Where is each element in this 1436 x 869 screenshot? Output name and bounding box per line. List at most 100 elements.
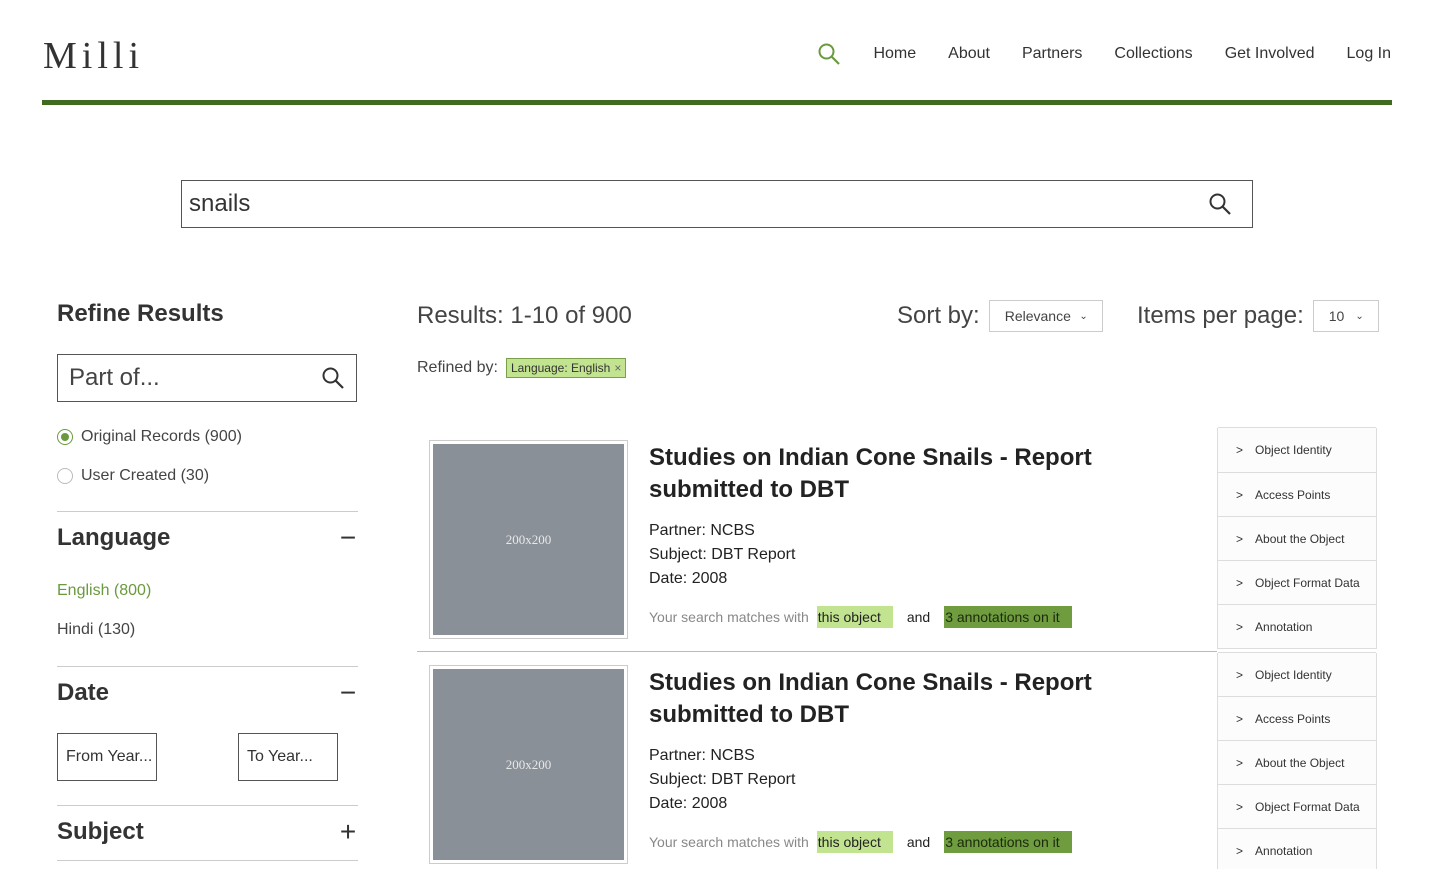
- search-icon[interactable]: [1208, 192, 1232, 216]
- facet-annotation[interactable]: > Annotation: [1218, 604, 1376, 649]
- chevron-right-icon: >: [1236, 575, 1244, 590]
- divider: [57, 666, 358, 667]
- facet-object-identity[interactable]: > Object Identity: [1218, 652, 1376, 697]
- site-logo[interactable]: Milli: [43, 34, 144, 78]
- result-thumbnail[interactable]: 200x200: [429, 440, 628, 639]
- filter-chip[interactable]: Language: English ×: [505, 358, 627, 378]
- sort-select[interactable]: Relevance ⌄: [988, 300, 1103, 332]
- result-title[interactable]: Studies on Indian Cone Snails - Report s…: [649, 667, 1109, 731]
- facet-object-format-data[interactable]: > Object Format Data: [1218, 560, 1376, 605]
- match-prefix: Your search matches with: [649, 834, 809, 850]
- nav-log-in[interactable]: Log In: [1347, 45, 1391, 63]
- result-item: 200x200 Studies on Indian Cone Snails - …: [417, 653, 1217, 869]
- nav-home[interactable]: Home: [873, 45, 916, 63]
- thumbnail-placeholder: 200x200: [433, 669, 624, 860]
- match-object-link[interactable]: this object: [816, 606, 893, 628]
- chevron-right-icon: >: [1236, 443, 1244, 457]
- chevron-right-icon: >: [1236, 619, 1244, 634]
- chevron-down-icon: ⌄: [1079, 310, 1088, 322]
- facet-language-english[interactable]: English (800): [57, 582, 358, 600]
- result-subject: Subject: DBT Report: [649, 546, 796, 563]
- chevron-right-icon: >: [1236, 487, 1244, 502]
- nav-collections[interactable]: Collections: [1114, 45, 1192, 63]
- match-info: Your search matches with this object and…: [649, 831, 1072, 853]
- collapse-icon[interactable]: −: [338, 677, 358, 709]
- facet-object-identity[interactable]: > Object Identity: [1218, 427, 1376, 473]
- facet-about-object[interactable]: > About the Object: [1218, 740, 1376, 785]
- chevron-right-icon: >: [1236, 799, 1244, 814]
- facet-label: Access Points: [1255, 487, 1331, 502]
- facet-date-header[interactable]: Date −: [57, 677, 358, 709]
- result-thumbnail[interactable]: 200x200: [429, 665, 628, 864]
- refine-title: Refine Results: [57, 300, 224, 327]
- facet-annotation[interactable]: > Annotation: [1218, 828, 1376, 869]
- thumbnail-placeholder: 200x200: [433, 444, 624, 635]
- divider: [57, 511, 358, 512]
- radio-original-records[interactable]: Original Records (900): [57, 428, 358, 446]
- facet-subject-title: Subject: [57, 818, 144, 845]
- per-page-select[interactable]: 10 ⌄: [1312, 300, 1379, 332]
- nav-about[interactable]: About: [948, 45, 990, 63]
- nav-get-involved[interactable]: Get Involved: [1225, 45, 1315, 63]
- nav-partners[interactable]: Partners: [1022, 45, 1082, 63]
- search-icon[interactable]: [817, 42, 841, 66]
- chevron-right-icon: >: [1236, 843, 1244, 858]
- match-annotations-link[interactable]: 3 annotations on it: [944, 606, 1072, 628]
- result-item: 200x200 Studies on Indian Cone Snails - …: [417, 428, 1217, 653]
- sort-label: Sort by:: [897, 302, 980, 329]
- facet-language-title: Language: [57, 524, 171, 551]
- per-page-value: 10: [1328, 308, 1345, 324]
- chevron-right-icon: >: [1236, 711, 1244, 726]
- result-title[interactable]: Studies on Indian Cone Snails - Report s…: [649, 442, 1109, 506]
- match-and: and: [906, 609, 931, 625]
- chevron-right-icon: >: [1236, 667, 1244, 682]
- part-of-input[interactable]: [58, 364, 308, 392]
- object-facet-panel: > Object Identity > Access Points > About t…: [1217, 427, 1377, 649]
- main-search-bar: [181, 180, 1253, 228]
- result-date: Date: 2008: [649, 570, 728, 587]
- refined-by: Refined by: Language: English ×: [417, 358, 627, 378]
- facet-language-hindi[interactable]: Hindi (130): [57, 621, 358, 639]
- from-year-input[interactable]: [58, 748, 154, 766]
- radio-label: User Created (30): [81, 467, 210, 484]
- facet-label: About the Object: [1255, 531, 1345, 546]
- facet-language-header[interactable]: Language −: [57, 522, 358, 554]
- radio-user-created[interactable]: User Created (30): [57, 467, 358, 485]
- results-summary: Results: 1-10 of 900: [417, 302, 632, 329]
- match-and: and: [906, 834, 931, 850]
- filter-chip-label: Language: English: [510, 361, 611, 375]
- from-year-field: [57, 733, 157, 781]
- expand-icon[interactable]: +: [338, 816, 358, 848]
- main-search-input[interactable]: [182, 190, 1182, 218]
- to-year-input[interactable]: [239, 748, 335, 766]
- radio-button[interactable]: [57, 468, 73, 484]
- facet-about-object[interactable]: > About the Object: [1218, 516, 1376, 561]
- facet-label: Annotation: [1255, 843, 1313, 858]
- match-annotations-link[interactable]: 3 annotations on it: [944, 831, 1072, 853]
- result-partner: Partner: NCBS: [649, 747, 755, 764]
- date-range: [57, 733, 338, 781]
- collapse-icon[interactable]: −: [338, 522, 358, 554]
- search-icon[interactable]: [321, 366, 345, 390]
- result-divider: [417, 651, 1217, 652]
- refined-label: Refined by:: [417, 359, 498, 376]
- chevron-right-icon: >: [1236, 755, 1244, 770]
- facet-label: Annotation: [1255, 619, 1313, 634]
- facet-subject-header[interactable]: Subject +: [57, 816, 358, 848]
- result-meta: Partner: NCBS Subject: DBT Report Date: …: [649, 519, 795, 591]
- close-icon[interactable]: ×: [614, 361, 621, 375]
- facet-access-points[interactable]: > Access Points: [1218, 696, 1376, 741]
- per-page-label: Items per page:: [1137, 302, 1304, 329]
- sort-value: Relevance: [1004, 308, 1071, 324]
- result-meta: Partner: NCBS Subject: DBT Report Date: …: [649, 744, 795, 816]
- part-of-search: [57, 354, 357, 402]
- match-prefix: Your search matches with: [649, 609, 809, 625]
- match-object-link[interactable]: this object: [816, 831, 893, 853]
- radio-label: Original Records (900): [81, 428, 242, 445]
- facet-access-points[interactable]: > Access Points: [1218, 472, 1376, 517]
- per-page-control: Items per page: 10 ⌄: [1137, 300, 1379, 332]
- radio-button-selected[interactable]: [57, 429, 73, 445]
- sort-control: Sort by: Relevance ⌄: [897, 300, 1103, 332]
- chevron-right-icon: >: [1236, 531, 1244, 546]
- facet-object-format-data[interactable]: > Object Format Data: [1218, 784, 1376, 829]
